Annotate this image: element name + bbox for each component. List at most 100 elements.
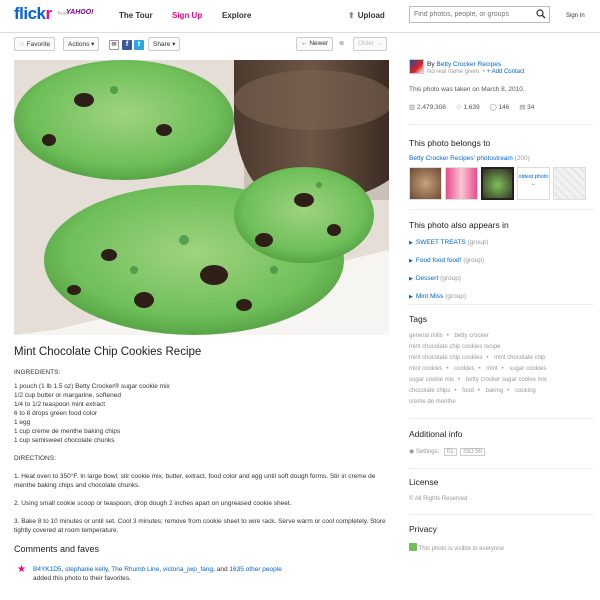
upload-icon: ⬆ [348, 11, 355, 20]
divider [409, 468, 594, 469]
tags-list: general mills • betty crocker mint chocol… [409, 333, 547, 405]
star-icon: ☆ [19, 41, 25, 48]
tag-link[interactable]: mint cookies [409, 366, 442, 372]
arrow-left-icon: ← [301, 40, 308, 47]
yahoo-logo: YAHOO! [66, 9, 94, 16]
ingredient-item: 1/2 cup butter or margarine, softened [14, 392, 121, 399]
tag-link[interactable]: cookies [454, 366, 474, 372]
photo-description: INGREDIENTS: 1 pouch (1 lb 1.5 oz) Betty… [14, 368, 389, 544]
photostream-line: Betty Crocker Recipes' photostream (200) [409, 155, 530, 162]
comments-stat[interactable]: ◯ 146 [489, 104, 509, 111]
faves-stat[interactable]: ☆ 1,639 [456, 104, 480, 111]
notes-stat: ▤ 34 [519, 104, 535, 111]
groups-list: ▶ SWEET TREATS (group) ▶ Food food food! (… [409, 234, 488, 306]
share-button[interactable]: Share ▾ [148, 37, 181, 51]
faver-link[interactable]: B4YK1D5 [33, 566, 62, 573]
copyright-icon: © [409, 496, 414, 502]
ingredient-item: 1 pouch (1 lb 1.5 oz) Betty Crocker® sug… [14, 383, 170, 390]
owner-name-link[interactable]: Betty Crocker Recipes [436, 61, 501, 68]
divider [409, 209, 594, 210]
tag-link[interactable]: mint chocolate chip [494, 355, 545, 361]
group-item[interactable]: ▶ SWEET TREATS (group) [409, 234, 488, 252]
search-input[interactable] [410, 7, 532, 22]
license-line: © All Rights Reserved [409, 496, 594, 502]
privacy-heading: Privacy [409, 524, 437, 534]
upload-link[interactable]: ⬆ Upload [348, 11, 385, 20]
photo-taken-date: This photo was taken on March 8, 2010. [409, 86, 525, 93]
add-contact-link[interactable]: + Add Contact [487, 69, 525, 75]
license-link[interactable]: All Rights Reserved [415, 496, 468, 502]
twitter-icon[interactable]: t [134, 40, 144, 50]
tag-link[interactable]: creme de menthe [409, 399, 456, 405]
photo-stats: ▥ 2,479,308 ☆ 1,639 ◯ 146 ▤ 34 [409, 103, 542, 111]
stream-thumbnail[interactable] [445, 167, 478, 200]
divider [409, 514, 594, 515]
triangle-right-icon: ▶ [409, 276, 413, 282]
tag-link[interactable]: sugar cookie mix [409, 377, 454, 383]
direction-step: 1. Heat oven to 350°F. In large bowl, st… [14, 473, 376, 489]
group-item[interactable]: ▶ Dessert (group) [409, 270, 488, 288]
email-icon[interactable]: ✉ [109, 40, 119, 50]
tag-link[interactable]: chocolate chips [409, 388, 450, 394]
divider [409, 304, 594, 305]
actions-button[interactable]: Actions ▾ [63, 37, 100, 51]
ingredient-item: 1 cup semisweet chocolate chunks [14, 437, 115, 444]
privacy-icon [409, 543, 417, 551]
search-icon[interactable] [536, 9, 546, 19]
faver-link[interactable]: victoria_jwp_fang [163, 566, 213, 573]
owner-avatar[interactable] [409, 59, 424, 74]
sign-in-link[interactable]: Sign In [566, 13, 585, 19]
nav-explore[interactable]: Explore [222, 11, 251, 20]
current-thumbnail[interactable] [481, 167, 514, 200]
ingredients-heading: INGREDIENTS: [14, 369, 61, 376]
group-item[interactable]: ▶ Food food food! (group) [409, 252, 488, 270]
triangle-right-icon: ▶ [409, 258, 413, 264]
ingredient-item: 1/4 to 1/2 teaspoon mint extract [14, 401, 106, 408]
tag-link[interactable]: cooking [515, 388, 536, 394]
tag-link[interactable]: betty crocker [454, 333, 488, 339]
zoom-icon[interactable]: ⊕ [335, 37, 348, 51]
tag-link[interactable]: sugar cookies [509, 366, 546, 372]
tag-link[interactable]: betty crocker sugar cookie mix [466, 377, 547, 383]
nav-the-tour[interactable]: The Tour [119, 11, 153, 20]
stream-thumbnail[interactable] [409, 167, 442, 200]
ingredient-item: 1 cup creme de menthe baking chips [14, 428, 121, 435]
other-favers-link[interactable]: 1635 other people [229, 566, 281, 573]
tag-link[interactable]: mint [486, 366, 497, 372]
fave-star-icon: ★ [17, 564, 26, 575]
ingredient-item: 1 egg [14, 419, 31, 426]
tag-link[interactable]: mint chocolate chip cookies [409, 355, 482, 361]
faver-link[interactable]: The Rhumb Line [111, 566, 159, 573]
photo-toolbar: ☆ Favorite Actions ▾ ✉ f t Share ▾ ← New… [14, 37, 389, 53]
tags-heading: Tags [409, 314, 427, 324]
triangle-right-icon: ▶ [409, 240, 413, 246]
owner-info: By Betty Crocker Recipes No real name gi… [427, 61, 525, 75]
newer-button[interactable]: ← Newer [296, 37, 334, 51]
owner-real-name: No real name given [427, 69, 480, 75]
chevron-down-icon: ▾ [91, 41, 95, 48]
favorite-button[interactable]: ☆ Favorite [14, 37, 56, 51]
divider [409, 418, 594, 419]
tag-link[interactable]: general mills [409, 333, 443, 339]
directions-heading: DIRECTIONS: [14, 455, 56, 462]
views-stat: ▥ 2,479,308 [409, 104, 446, 111]
faver-link[interactable]: stephanie kelly [65, 566, 108, 573]
direction-step: 2. Using small cookie scoop or teaspoon,… [14, 500, 292, 507]
older-button[interactable]: Older → [353, 37, 388, 51]
tag-link[interactable]: food [462, 388, 474, 394]
photo-title: Mint Chocolate Chip Cookies Recipe [14, 346, 202, 358]
photostream-link[interactable]: Betty Crocker Recipes' photostream [409, 155, 513, 162]
main-photo[interactable] [14, 60, 389, 335]
faves-list: B4YK1D5, stephanie kelly, The Rhumb Line… [33, 566, 282, 582]
nav-sign-up[interactable]: Sign Up [172, 11, 202, 20]
facebook-icon[interactable]: f [122, 40, 132, 50]
oldest-photo-link[interactable]: oldest photo ← [517, 167, 550, 200]
tag-link[interactable]: mint chocolate chip cookies recipe [409, 344, 500, 350]
chevron-down-icon: ▾ [172, 41, 176, 48]
views-icon: ▥ [409, 104, 416, 111]
license-heading: License [409, 477, 439, 487]
top-bar: flickr from YAHOO! The Tour Sign Up Expl… [0, 0, 600, 33]
cookie-photo-image [14, 60, 389, 335]
flickr-logo[interactable]: flickr [14, 4, 52, 24]
tag-link[interactable]: baking [486, 388, 504, 394]
